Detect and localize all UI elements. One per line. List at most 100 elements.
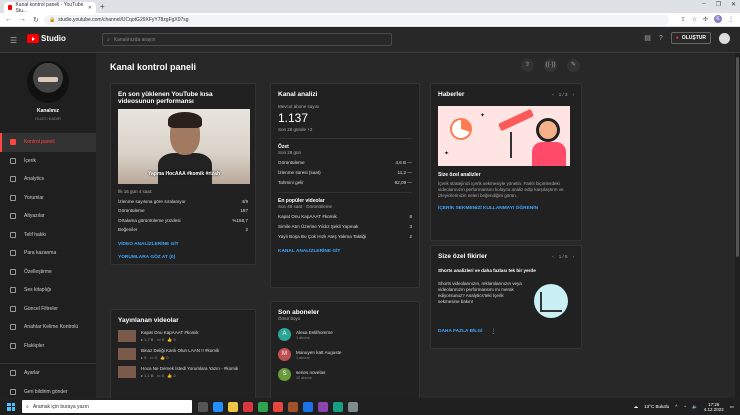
app-icon[interactable] — [333, 401, 343, 412]
search-placeholder: Kanalınızda arayın — [113, 36, 156, 43]
subscriber-meta: 1 abone — [296, 355, 310, 360]
close-window-icon[interactable]: ✕ — [731, 1, 736, 8]
minimize-icon[interactable]: – — [702, 1, 705, 8]
trend-value: — — [407, 160, 412, 165]
app-icon[interactable] — [258, 401, 268, 412]
clock[interactable]: 17:26 4.12.2022 — [704, 402, 724, 412]
account-avatar[interactable] — [719, 32, 730, 44]
stat-label: Beğeniler — [118, 227, 138, 232]
page-scrollbar[interactable] — [735, 53, 740, 398]
content-icon — [10, 157, 16, 164]
sidebar-item-analytics[interactable]: Analytics — [0, 170, 96, 189]
create-post-icon[interactable]: ✎ — [567, 59, 580, 72]
forward-icon[interactable]: → — [19, 16, 26, 24]
channel-search-input[interactable]: ⌕ Kanalınızda arayın — [102, 33, 392, 46]
subscriber-item[interactable]: A Alexa Estilhomme 1 abone — [278, 328, 412, 341]
task-view-icon[interactable] — [198, 401, 208, 412]
back-icon[interactable]: ← — [5, 16, 12, 24]
notifications-icon[interactable]: ▭ — [730, 404, 734, 410]
sidebar-item-feedback[interactable]: Geri bildirim gönder — [0, 383, 96, 399]
url-field[interactable]: 🔒 studio.youtube.com/channel/UCqotG29XFy… — [44, 15, 669, 25]
window-controls: – ❐ ✕ — [702, 1, 736, 8]
subscriber-item[interactable]: M Manuyen katt Auguste 1 abone — [278, 348, 412, 361]
bookmark-star-icon[interactable]: ☆ — [692, 16, 697, 23]
pager-text: 1 / 5 — [558, 254, 568, 259]
edge-icon[interactable] — [213, 401, 223, 412]
stat-value: 4/9 — [241, 198, 248, 204]
sidebar-item-content[interactable]: İçerik — [0, 152, 96, 171]
top-video-row[interactable]: Simile Atın Üzerine Yıldız Şekli Yapmak 3 — [278, 224, 412, 229]
subscriber-name: Alexa Estilhomme — [296, 329, 333, 335]
tray-chevron-icon[interactable]: ^ — [675, 404, 677, 409]
maximize-icon[interactable]: ❐ — [716, 1, 721, 8]
app-icon[interactable] — [318, 401, 328, 412]
new-tab-button[interactable]: + — [100, 2, 105, 11]
sidebar-item-dashboard[interactable]: Kontrol paneli — [0, 133, 96, 152]
news-headline: Size özel analizler — [438, 172, 481, 178]
sidebar-item-copyright[interactable]: Telif hakkı — [0, 226, 96, 245]
sidebar-item-monetization[interactable]: Para kazanma — [0, 244, 96, 263]
more-options-icon[interactable]: ⋮ — [490, 328, 496, 335]
upload-icon[interactable]: ⇧ — [521, 59, 534, 72]
scrollbar-thumb[interactable] — [736, 57, 739, 257]
prev-icon[interactable]: ‹ — [552, 92, 554, 97]
news-illustration: ✦ ✦ — [438, 106, 570, 166]
profile-avatar[interactable]: K — [714, 15, 722, 23]
weather-icon[interactable]: ☁ — [634, 404, 639, 410]
app-icon[interactable] — [243, 401, 253, 412]
thumbnail-hair — [168, 112, 202, 128]
sidebar-item-settings[interactable]: Ayarlar — [0, 364, 96, 383]
share-icon[interactable]: ⇪ — [681, 16, 686, 23]
app-icon[interactable] — [288, 401, 298, 412]
top-video-row[interactable]: Kapat Onu KapAAAT #komik 8 — [278, 214, 412, 219]
sidebar-item-label: Analytics — [24, 176, 45, 183]
subscriber-item[interactable]: S series novelas 12 abone — [278, 368, 412, 381]
keyword-icon — [10, 324, 16, 331]
summary-row: Görüntüleme 4,6 B — — [278, 160, 412, 165]
chrome-icon[interactable] — [273, 401, 283, 412]
summary-value: 4,6 B — [395, 160, 407, 165]
windows-start-icon[interactable] — [7, 402, 15, 411]
sidebar-item-comments[interactable]: Yorumlar — [0, 189, 96, 208]
sidebar-item-clips[interactable]: Flaklıpler — [0, 337, 96, 356]
messages-icon[interactable]: ▤ — [644, 34, 651, 42]
stat-label: İzlenme sayısına göre sıralanıyor — [118, 198, 186, 204]
video-stats: ▸ 1,7 B ▭ 0 👍 9 — [141, 337, 176, 342]
reload-icon[interactable]: ↻ — [33, 16, 39, 24]
top-video-row[interactable]: Yaylı Boşa Bu Çok Hızlı Ateş Yakma Takti… — [278, 234, 412, 239]
video-analytics-link[interactable]: VİDEO ANALİZLERİNE GİT — [118, 242, 248, 247]
learn-more-link[interactable]: DAHA FAZLA BİLGİ — [438, 329, 482, 334]
app-icon[interactable] — [303, 401, 313, 412]
news-link[interactable]: İÇERİK SEKMENİZİ KULLANMAYI ÖĞRENİN — [438, 206, 574, 211]
weather-text[interactable]: 13°C Bulutlu — [644, 404, 669, 409]
list-item[interactable]: Hoca Ne Demek İstedi Yorumlara Yazın - #… — [118, 366, 248, 378]
channel-avatar[interactable] — [27, 61, 69, 103]
help-icon[interactable]: ? — [659, 35, 663, 42]
sidebar-item-customization[interactable]: Özelleştirme — [0, 263, 96, 282]
file-explorer-icon[interactable] — [228, 401, 238, 412]
browser-menu-icon[interactable]: ⋮ — [728, 16, 734, 23]
create-button[interactable]: ● OLUŞTUR — [670, 32, 711, 44]
list-item[interactable]: Kapat Onu KapAAAT #komik ▸ 1,7 B ▭ 0 👍 9 — [118, 330, 248, 342]
sidebar-item-keywords[interactable]: Anahtar Kelime Kontrolü — [0, 318, 96, 337]
network-icon[interactable]: ◔ — [683, 404, 686, 409]
next-icon[interactable]: › — [573, 92, 575, 97]
app-icon[interactable] — [348, 401, 358, 412]
browser-tab[interactable]: Kanal kontrol paneli - YouTube Stu... ✕ — [4, 2, 96, 14]
go-live-icon[interactable]: ((·)) — [544, 59, 557, 72]
sidebar-item-audio-library[interactable]: Ses kitaplığı — [0, 281, 96, 300]
next-icon[interactable]: › — [573, 254, 575, 259]
list-item[interactable]: Binaz Deliği Kanlı Olun LAAN !! #komik ▸… — [118, 348, 248, 360]
channel-analytics-link[interactable]: KANAL ANALİZLERİNE GİT — [278, 249, 412, 254]
volume-icon[interactable]: 🔈 — [692, 404, 698, 410]
sidebar-item-filters[interactable]: Güncel Filtreler — [0, 300, 96, 319]
studio-logo[interactable]: Studio — [27, 34, 66, 43]
video-thumbnail[interactable]: Yapma HocAAA #komik #rizah — [118, 109, 250, 184]
close-tab-icon[interactable]: ✕ — [88, 5, 92, 11]
taskbar-search-input[interactable]: ⌕ Aramak için buraya yazın — [22, 400, 192, 413]
prev-icon[interactable]: ‹ — [552, 254, 554, 259]
extensions-icon[interactable]: ✣ — [703, 16, 708, 23]
sidebar-item-subtitles[interactable]: Altyazılar — [0, 207, 96, 226]
hamburger-menu-icon[interactable]: ☰ — [10, 36, 17, 45]
comments-link[interactable]: YORUMLARA GÖZ AT (0) — [118, 255, 248, 260]
